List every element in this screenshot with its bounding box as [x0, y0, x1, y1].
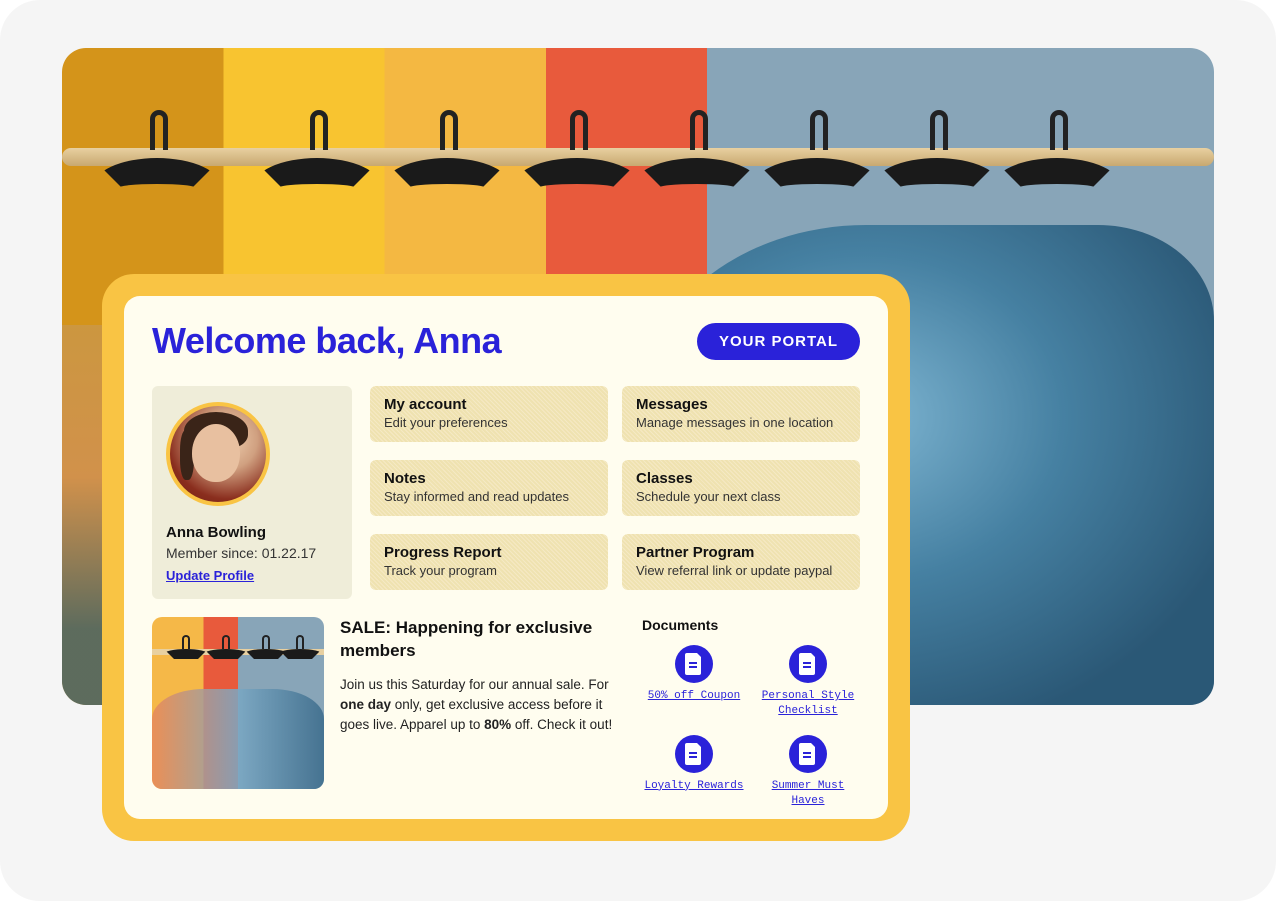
nav-card-title: Classes [636, 470, 846, 487]
nav-cards-grid: My account Edit your preferences Message… [370, 386, 860, 599]
documents-heading: Documents [642, 617, 860, 633]
nav-card-messages[interactable]: Messages Manage messages in one location [622, 386, 860, 442]
promo-body: Join us this Saturday for our annual sal… [340, 675, 624, 736]
profile-name: Anna Bowling [166, 524, 338, 541]
nav-card-title: My account [384, 396, 594, 413]
nav-card-sub: Stay informed and read updates [384, 489, 594, 504]
portal-header: Welcome back, Anna YOUR PORTAL [152, 320, 860, 362]
document-coupon[interactable]: 50% off Coupon [642, 645, 746, 719]
your-portal-button[interactable]: YOUR PORTAL [697, 323, 860, 360]
page-frame: Welcome back, Anna YOUR PORTAL Anna Bowl… [0, 0, 1276, 901]
avatar [166, 402, 270, 506]
promo-title: SALE: Happening for exclusive members [340, 617, 624, 663]
document-icon [675, 735, 713, 773]
document-style-checklist[interactable]: Personal Style Checklist [756, 645, 860, 719]
nav-card-sub: Schedule your next class [636, 489, 846, 504]
document-loyalty-rewards[interactable]: Loyalty Rewards [642, 735, 746, 809]
nav-card-notes[interactable]: Notes Stay informed and read updates [370, 460, 608, 516]
nav-card-sub: Track your program [384, 563, 594, 578]
document-icon [789, 735, 827, 773]
document-icon [675, 645, 713, 683]
promo-card: SALE: Happening for exclusive members Jo… [152, 617, 624, 808]
nav-card-progress-report[interactable]: Progress Report Track your program [370, 534, 608, 590]
nav-card-my-account[interactable]: My account Edit your preferences [370, 386, 608, 442]
nav-card-title: Notes [384, 470, 594, 487]
document-icon [789, 645, 827, 683]
nav-card-title: Messages [636, 396, 846, 413]
nav-card-partner-program[interactable]: Partner Program View referral link or up… [622, 534, 860, 590]
portal-card: Welcome back, Anna YOUR PORTAL Anna Bowl… [102, 274, 910, 841]
document-label: Loyalty Rewards [644, 779, 743, 794]
nav-card-title: Partner Program [636, 544, 846, 561]
profile-member-since: Member since: 01.22.17 [166, 545, 338, 561]
document-label: 50% off Coupon [648, 689, 740, 704]
profile-card: Anna Bowling Member since: 01.22.17 Upda… [152, 386, 352, 599]
portal-inner: Welcome back, Anna YOUR PORTAL Anna Bowl… [124, 296, 888, 819]
document-label: Personal Style Checklist [758, 689, 858, 719]
welcome-title: Welcome back, Anna [152, 320, 501, 362]
nav-card-classes[interactable]: Classes Schedule your next class [622, 460, 860, 516]
document-label: Summer Must Haves [758, 779, 858, 809]
nav-card-sub: Edit your preferences [384, 415, 594, 430]
documents-section: Documents 50% off Coupon Per [642, 617, 860, 808]
promo-image [152, 617, 324, 789]
nav-card-sub: View referral link or update paypal [636, 563, 846, 578]
nav-card-title: Progress Report [384, 544, 594, 561]
document-summer-must-haves[interactable]: Summer Must Haves [756, 735, 860, 809]
nav-card-sub: Manage messages in one location [636, 415, 846, 430]
update-profile-link[interactable]: Update Profile [166, 568, 254, 583]
